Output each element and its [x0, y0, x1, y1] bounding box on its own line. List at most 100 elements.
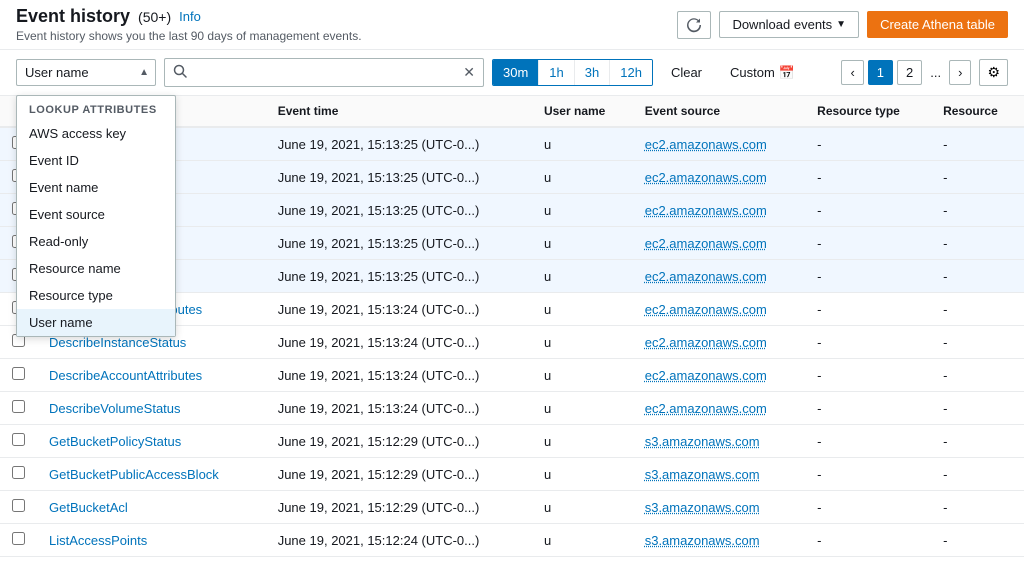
- settings-icon: ⚙: [987, 64, 1000, 80]
- next-page-button[interactable]: ›: [949, 60, 971, 85]
- user-name-cell: u: [532, 227, 633, 260]
- resource-cell: -: [931, 491, 1024, 524]
- event-source-cell: ec2.amazonaws.com: [633, 127, 805, 161]
- time-btn-30m[interactable]: 30m: [493, 60, 539, 85]
- event-time-cell: June 19, 2021, 15:13:24 (UTC-0...): [266, 326, 532, 359]
- download-events-button[interactable]: Download events ▼: [719, 11, 859, 38]
- resource-type-cell: -: [805, 491, 931, 524]
- user-name-cell: u: [532, 359, 633, 392]
- download-events-label: Download events: [732, 17, 832, 32]
- event-name-link[interactable]: ListAccessPoints: [49, 533, 147, 548]
- page-title: Event history (50+) Info: [16, 6, 362, 27]
- event-source-link[interactable]: ec2.amazonaws.com: [645, 170, 767, 185]
- event-source-link[interactable]: ec2.amazonaws.com: [645, 203, 767, 218]
- refresh-button[interactable]: [677, 11, 711, 39]
- lookup-select[interactable]: User name ▲: [16, 59, 156, 86]
- event-source-cell: s3.amazonaws.com: [633, 491, 805, 524]
- lookup-arrow-icon: ▲: [133, 62, 155, 83]
- dropdown-arrow-icon: ▼: [836, 19, 846, 30]
- event-name-cell: GetBucketAcl: [37, 491, 266, 524]
- event-source-link[interactable]: ec2.amazonaws.com: [645, 368, 767, 383]
- event-source-link[interactable]: ec2.amazonaws.com: [645, 269, 767, 284]
- page-2-button[interactable]: 2: [897, 60, 922, 85]
- resource-type-cell: -: [805, 293, 931, 326]
- event-source-link[interactable]: ec2.amazonaws.com: [645, 302, 767, 317]
- create-athena-table-button[interactable]: Create Athena table: [867, 11, 1008, 38]
- user-name-cell: u: [532, 161, 633, 194]
- event-name-cell: GetBucketPolicyStatus: [37, 425, 266, 458]
- row-checkbox-cell: [0, 425, 37, 458]
- dropdown-item-event-id[interactable]: Event ID: [17, 147, 175, 174]
- row-checkbox[interactable]: [12, 532, 25, 545]
- event-source-link[interactable]: ec2.amazonaws.com: [645, 137, 767, 152]
- resource-cell: -: [931, 326, 1024, 359]
- resource-type-cell: -: [805, 359, 931, 392]
- ellipsis: ...: [926, 61, 945, 84]
- event-source-cell: s3.amazonaws.com: [633, 524, 805, 557]
- top-bar: Event history (50+) Info Event history s…: [0, 0, 1024, 50]
- resource-cell: -: [931, 359, 1024, 392]
- user-name-cell: u: [532, 293, 633, 326]
- resource-cell: -: [931, 458, 1024, 491]
- event-name-link[interactable]: GetBucketAcl: [49, 500, 128, 515]
- event-source-link[interactable]: s3.amazonaws.com: [645, 533, 760, 548]
- row-checkbox[interactable]: [12, 400, 25, 413]
- resource-cell: -: [931, 161, 1024, 194]
- row-checkbox[interactable]: [12, 433, 25, 446]
- event-source-link[interactable]: s3.amazonaws.com: [645, 434, 760, 449]
- event-source-link[interactable]: ec2.amazonaws.com: [645, 236, 767, 251]
- top-bar-left: Event history (50+) Info Event history s…: [16, 6, 362, 43]
- page-1-button[interactable]: 1: [868, 60, 893, 85]
- event-source-cell: ec2.amazonaws.com: [633, 326, 805, 359]
- prev-page-button[interactable]: ‹: [841, 60, 863, 85]
- dropdown-item-event-name[interactable]: Event name: [17, 174, 175, 201]
- event-source-link[interactable]: s3.amazonaws.com: [645, 500, 760, 515]
- resource-cell: -: [931, 524, 1024, 557]
- top-bar-right: Download events ▼ Create Athena table: [677, 11, 1008, 39]
- resource-type-cell: -: [805, 524, 931, 557]
- event-name-link[interactable]: GetBucketPublicAccessBlock: [49, 467, 219, 482]
- col-resource: Resource: [931, 96, 1024, 127]
- dropdown-item-read-only[interactable]: Read-only: [17, 228, 175, 255]
- event-time-cell: June 19, 2021, 15:13:24 (UTC-0...): [266, 293, 532, 326]
- user-name-cell: u: [532, 458, 633, 491]
- time-btn-3h[interactable]: 3h: [575, 60, 610, 85]
- row-checkbox[interactable]: [12, 466, 25, 479]
- row-checkbox-cell: [0, 458, 37, 491]
- info-link[interactable]: Info: [179, 9, 201, 24]
- calendar-icon: 📅: [779, 65, 795, 81]
- event-source-cell: s3.amazonaws.com: [633, 458, 805, 491]
- user-name-cell: u: [532, 425, 633, 458]
- event-name-cell: DescribeAccountAttributes: [37, 359, 266, 392]
- search-container: ✕: [164, 58, 484, 87]
- search-clear-icon[interactable]: ✕: [455, 59, 483, 86]
- time-btn-12h[interactable]: 12h: [610, 60, 652, 85]
- dropdown-item-resource-type[interactable]: Resource type: [17, 282, 175, 309]
- user-name-cell: u: [532, 194, 633, 227]
- col-event-time: Event time: [266, 96, 532, 127]
- dropdown-item-user-name[interactable]: User name: [17, 309, 175, 336]
- clear-button[interactable]: Clear: [661, 60, 712, 85]
- custom-button[interactable]: Custom 📅: [720, 60, 805, 86]
- table-settings-button[interactable]: ⚙: [979, 59, 1008, 86]
- event-source-link[interactable]: ec2.amazonaws.com: [645, 401, 767, 416]
- event-time-cell: June 19, 2021, 15:12:29 (UTC-0...): [266, 425, 532, 458]
- event-name-link[interactable]: DescribeVolumeStatus: [49, 401, 181, 416]
- row-checkbox-cell: [0, 392, 37, 425]
- user-name-cell: u: [532, 326, 633, 359]
- event-source-link[interactable]: s3.amazonaws.com: [645, 467, 760, 482]
- time-btn-1h[interactable]: 1h: [539, 60, 574, 85]
- event-time-cell: June 19, 2021, 15:13:24 (UTC-0...): [266, 392, 532, 425]
- dropdown-item-resource-name[interactable]: Resource name: [17, 255, 175, 282]
- row-checkbox[interactable]: [12, 499, 25, 512]
- dropdown-item-aws-access-key[interactable]: AWS access key: [17, 120, 175, 147]
- lookup-select-label: User name: [17, 60, 133, 85]
- search-input[interactable]: [195, 61, 455, 84]
- dropdown-item-event-source[interactable]: Event source: [17, 201, 175, 228]
- event-time-cell: June 19, 2021, 15:12:29 (UTC-0...): [266, 458, 532, 491]
- resource-type-cell: -: [805, 326, 931, 359]
- row-checkbox[interactable]: [12, 367, 25, 380]
- event-source-link[interactable]: ec2.amazonaws.com: [645, 335, 767, 350]
- event-name-link[interactable]: DescribeAccountAttributes: [49, 368, 202, 383]
- event-name-link[interactable]: GetBucketPolicyStatus: [49, 434, 181, 449]
